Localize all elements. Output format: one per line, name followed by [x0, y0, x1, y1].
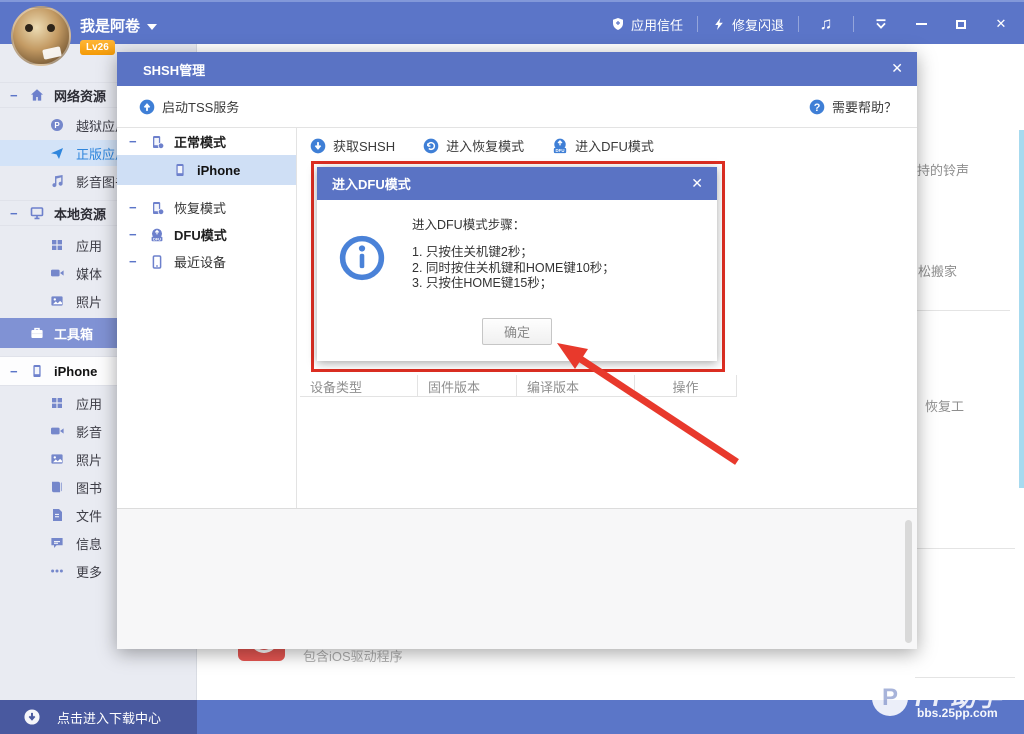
device-mode-tree: − 正常模式 iPhone − 恢复模式 − DFU模式 − 最近设备 [117, 128, 297, 508]
background-text-restore: 恢复工 [925, 399, 965, 414]
start-tss-button[interactable]: 启动TSS服务 [139, 97, 239, 116]
fix-crash-button[interactable]: 修复闪退 [712, 15, 784, 34]
download-circle-icon [310, 138, 326, 154]
genuine-app-icon [50, 146, 64, 160]
divider [798, 16, 799, 32]
enter-recovery-mode-button[interactable]: 进入恢复模式 [423, 136, 524, 155]
collapse-minus-icon[interactable]: − [129, 200, 137, 215]
modal-footer [117, 508, 917, 649]
upload-circle-icon [139, 99, 155, 115]
dfu-step: 3. 只按住HOME键15秒； [412, 276, 553, 290]
chevron-down-icon [147, 24, 158, 31]
title-bar: 我是阿卷 应用信任 修复闪退 ♫ ✕ [0, 0, 1024, 44]
ringtone-music-button[interactable]: ♫ [813, 11, 839, 37]
phone-outline-icon [150, 255, 164, 269]
column-header-build-version: 编译版本 [517, 375, 635, 397]
app-trust-button[interactable]: 应用信任 [611, 15, 683, 34]
level-badge: Lv26 [80, 40, 115, 55]
dfu-step: 2. 同时按住关机键和HOME键10秒； [412, 260, 615, 275]
info-icon [339, 235, 385, 281]
dfu-steps-list: 1. 只按住关机键2秒； 2. 同时按住关机键和HOME键10秒； 3. 只按住… [412, 245, 615, 292]
book-icon [50, 480, 64, 494]
collapse-toolbar-button[interactable] [868, 11, 894, 37]
collapse-minus-icon[interactable]: − [129, 254, 137, 269]
dfu-step: 1. 只按住关机键2秒； [412, 245, 533, 259]
dialog-title: 进入DFU模式 [332, 177, 411, 192]
action-buttons-row: 获取SHSH 进入恢复模式 进入DFU模式 [310, 136, 654, 155]
divider [696, 16, 698, 32]
chat-bubble-icon [50, 536, 64, 550]
bottom-bar: 点击进入下载中心 [0, 700, 1024, 734]
enter-dfu-dialog: 进入DFU模式 ✕ 进入DFU模式步骤： 1. 只按住关机键2秒； 2. 同时按… [317, 167, 717, 361]
lightning-icon [712, 17, 726, 31]
minimize-icon [915, 23, 927, 25]
collapse-minus-icon[interactable]: − [10, 88, 18, 103]
username[interactable]: 我是阿卷 [80, 15, 158, 36]
maximize-icon [956, 19, 966, 29]
photo-icon [50, 452, 64, 466]
grid-icon [50, 238, 64, 252]
phone-check-icon [150, 135, 164, 149]
maximize-button[interactable] [948, 11, 974, 37]
divider [912, 548, 1015, 549]
tree-item-dfu-mode[interactable]: − DFU模式 [117, 221, 296, 248]
divider [915, 677, 1015, 678]
tree-item-recent-devices[interactable]: − 最近设备 [117, 248, 296, 275]
dialog-heading: 进入DFU模式步骤： [412, 218, 526, 232]
chevron-collapse-icon [874, 17, 888, 31]
monitor-icon [30, 206, 44, 220]
tree-item-recovery-mode[interactable]: − 恢复模式 [117, 194, 296, 221]
shield-icon [611, 17, 625, 31]
ok-button[interactable]: 确定 [482, 318, 552, 345]
download-icon [24, 709, 40, 725]
briefcase-icon [30, 326, 44, 340]
dialog-title-bar: 进入DFU模式 ✕ [317, 167, 717, 200]
device-table-header: 设备类型 固件版本 编译版本 操作 [300, 375, 737, 397]
modal-close-icon[interactable]: ✕ [891, 60, 903, 77]
phone-recovery-icon [150, 201, 164, 215]
close-button[interactable]: ✕ [988, 11, 1014, 37]
ellipsis-icon [50, 564, 64, 578]
grid-icon [50, 396, 64, 410]
background-text-move: 松搬家 [918, 264, 958, 279]
tree-item-iphone-selected[interactable]: iPhone [117, 155, 296, 185]
divider [853, 16, 854, 32]
dfu-badge-icon [552, 138, 568, 154]
iphone-icon [173, 163, 187, 177]
home-icon [30, 88, 44, 102]
modal-title: SHSH管理 [143, 62, 206, 78]
collapse-minus-icon[interactable]: − [129, 134, 137, 149]
column-header-firmware-version: 固件版本 [418, 375, 517, 397]
enter-dfu-mode-button[interactable]: 进入DFU模式 [552, 136, 654, 155]
column-header-device-type: 设备类型 [300, 375, 418, 397]
dialog-close-icon[interactable]: ✕ [691, 175, 703, 192]
download-center-button[interactable]: 点击进入下载中心 [0, 700, 197, 734]
column-header-operation: 操作 [635, 375, 737, 397]
question-circle-icon [809, 99, 825, 115]
video-camera-icon [50, 266, 64, 280]
collapse-minus-icon[interactable]: − [10, 206, 18, 221]
scrollbar-thumb[interactable] [905, 520, 912, 643]
music-note-icon [50, 174, 64, 188]
app-window: 持的铃声 松搬家 恢复工 包含iOS驱动程序 − 网络资源 越狱应用 正版应用 … [0, 0, 1024, 734]
avatar[interactable] [11, 6, 71, 66]
modal-title-bar: SHSH管理 ✕ [117, 52, 917, 86]
iphone-icon [30, 364, 44, 378]
video-camera-icon [50, 424, 64, 438]
recovery-circle-icon [423, 138, 439, 154]
photo-icon [50, 294, 64, 308]
dfu-badge-icon [150, 228, 164, 242]
background-text-ringtone: 持的铃声 [917, 163, 970, 178]
file-icon [50, 508, 64, 522]
get-shsh-button[interactable]: 获取SHSH [310, 136, 395, 155]
minimize-button[interactable] [908, 11, 934, 37]
modal-toolbar: 启动TSS服务 需要帮助？ [117, 86, 917, 128]
pp-circle-icon [50, 118, 64, 132]
divider [917, 310, 1010, 311]
tree-item-normal-mode[interactable]: − 正常模式 [117, 128, 296, 155]
collapse-minus-icon[interactable]: − [129, 227, 137, 242]
background-scroll-edge [1019, 130, 1024, 488]
collapse-minus-icon[interactable]: − [10, 364, 18, 379]
need-help-link[interactable]: 需要帮助？ [809, 97, 897, 116]
